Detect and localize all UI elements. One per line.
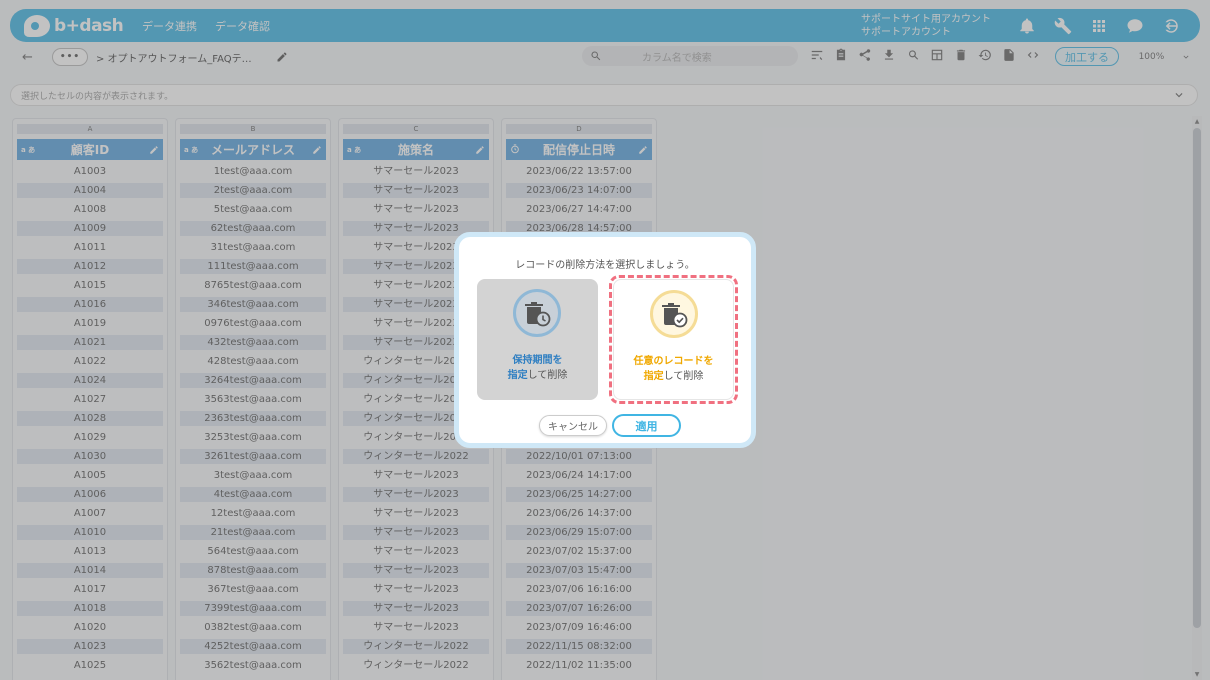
delete-method-dialog: レコードの削除方法を選択しましょう。 保持期間を 指定して削除 任意のレコードを… — [454, 232, 756, 448]
option-delete-by-retention[interactable]: 保持期間を 指定して削除 — [477, 279, 598, 400]
option1-strong: 指定 — [507, 370, 528, 381]
selection-highlight — [609, 275, 738, 404]
cancel-button[interactable]: キャンセル — [539, 415, 607, 436]
dialog-title: レコードの削除方法を選択しましょう。 — [515, 260, 695, 271]
option1-line1: 保持期間を — [512, 355, 563, 366]
trash-clock-icon — [513, 289, 561, 337]
apply-button[interactable]: 適用 — [612, 414, 681, 437]
option1-rest: して削除 — [527, 370, 568, 381]
